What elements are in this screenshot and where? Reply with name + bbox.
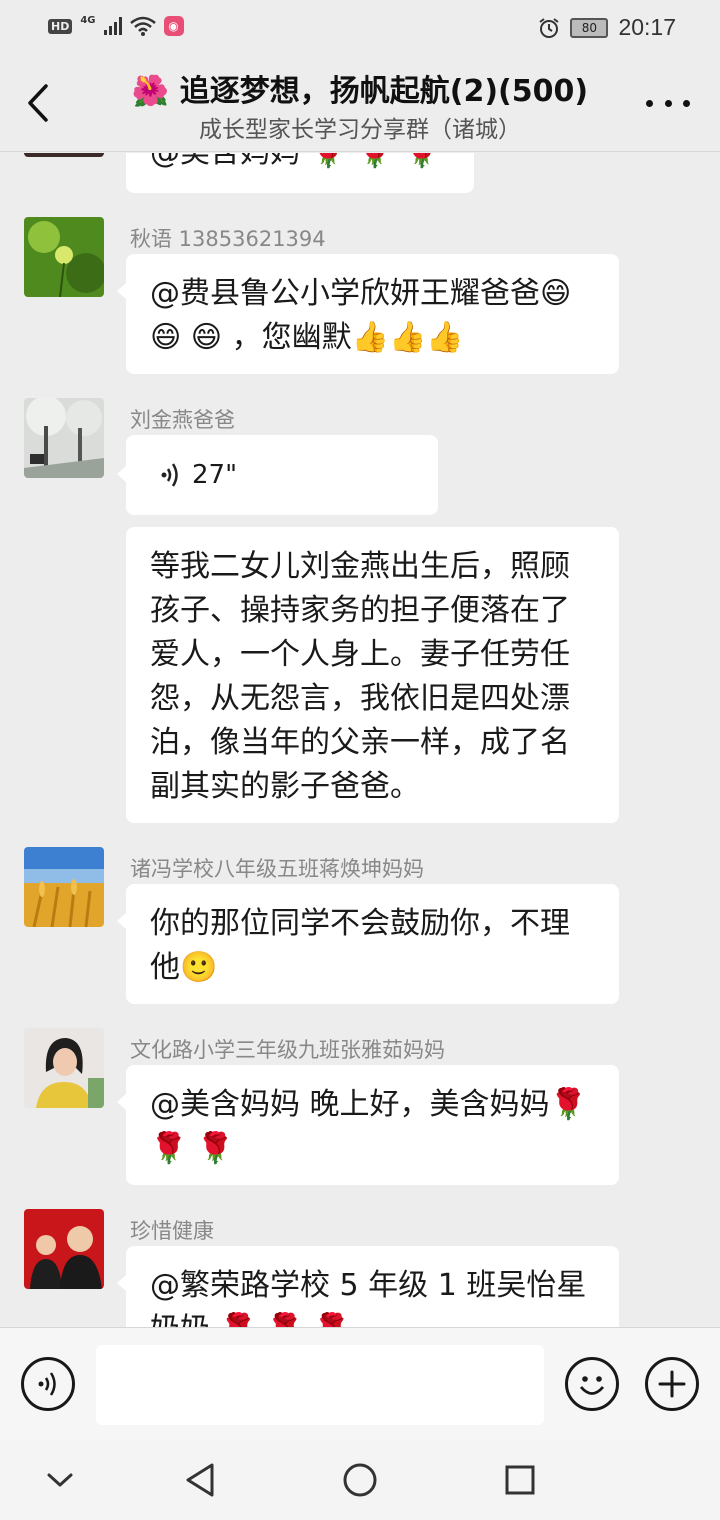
message-bubble[interactable]: 你的那位同学不会鼓励你，不理他🙂 <box>117 884 619 1004</box>
sender-name: 珍惜健康 <box>130 1219 214 1243</box>
avatar[interactable] <box>24 217 104 297</box>
group-subtitle: 成长型家长学习分享群（诸城） <box>199 117 521 143</box>
message-bubble[interactable]: @美含妈妈 🌹 🌹 🌹 <box>126 153 474 193</box>
sender-name: 文化路小学三年级九班张雅茹妈妈 <box>130 1038 445 1062</box>
voice-message[interactable]: 27" <box>117 435 438 515</box>
nav-recents-button[interactable] <box>496 1456 544 1504</box>
system-nav-bar <box>0 1440 720 1520</box>
group-title-text: 追逐梦想，扬帆起航(2)(500) <box>179 74 589 109</box>
message-text: @美含妈妈 晚上好，美含妈妈🌹 🌹 🌹 <box>150 1087 587 1166</box>
hd-badge: HD <box>48 18 73 34</box>
square-recents-icon <box>505 1465 535 1495</box>
network-type: 4G <box>80 14 96 26</box>
avatar[interactable] <box>24 847 104 927</box>
signal-icon <box>103 17 122 35</box>
avatar[interactable] <box>24 1209 104 1289</box>
plus-icon <box>658 1370 686 1398</box>
group-title: 🌺 追逐梦想，扬帆起航(2)(500) <box>110 66 610 110</box>
avatar[interactable] <box>24 1028 104 1108</box>
chevron-left-icon <box>28 84 48 122</box>
sender-name: 秋语 13853621394 <box>130 227 326 251</box>
alarm-icon <box>539 17 560 38</box>
message-bubble[interactable]: @美含妈妈 晚上好，美含妈妈🌹 🌹 🌹 <box>117 1065 619 1185</box>
message-text: @美含妈妈 🌹 🌹 🌹 <box>150 153 441 170</box>
message-list[interactable]: @美含妈妈 🌹 🌹 🌹 秋语 13853621394 @费县鲁公小学欣妍王耀爸爸… <box>0 153 720 1327</box>
sender-name: 刘金燕爸爸 <box>130 408 235 432</box>
message-bubble[interactable]: 等我二女儿刘金燕出生后，照顾孩子、操持家务的担子便落在了爱人，一个人身上。妻子任… <box>126 527 619 823</box>
wifi-icon <box>129 16 156 36</box>
status-left: HD 4G ◉ <box>48 14 184 36</box>
smiley-icon <box>579 1376 605 1395</box>
clock: 20:17 <box>618 14 676 40</box>
nav-home-button[interactable] <box>336 1456 384 1504</box>
voice-input-button[interactable] <box>21 1357 75 1411</box>
chat-header: 🌺 追逐梦想，扬帆起航(2)(500) 成长型家长学习分享群（诸城） <box>0 56 720 152</box>
circle-home-icon <box>343 1463 377 1497</box>
back-button[interactable] <box>18 78 62 128</box>
message-input[interactable] <box>96 1345 544 1425</box>
message-text: @费县鲁公小学欣妍王耀爸爸😄 😄 😄 ，您幽默👍👍👍 <box>150 276 572 355</box>
message-bubble[interactable]: @繁荣路学校 5 年级 1 班吴怡星奶奶 🌹 🌹 🌹 <box>117 1246 619 1327</box>
nav-back-button[interactable] <box>176 1456 224 1504</box>
emoji-button[interactable] <box>565 1357 619 1411</box>
voice-duration: 27" <box>192 460 238 490</box>
message-text: @繁荣路学校 5 年级 1 班吴怡星奶奶 🌹 🌹 🌹 <box>150 1268 587 1327</box>
voice-icon <box>38 1372 56 1396</box>
avatar[interactable] <box>24 398 104 478</box>
voice-playback-icon <box>161 463 178 487</box>
message-text: 等我二女儿刘金燕出生后，照顾孩子、操持家务的担子便落在了爱人，一个人身上。妻子任… <box>150 549 570 804</box>
app-notification-icon: ◉ <box>163 16 184 36</box>
nav-hide-button[interactable] <box>36 1456 84 1504</box>
chevron-down-icon <box>47 1473 73 1487</box>
input-bar <box>0 1327 720 1440</box>
message-text: 你的那位同学不会鼓励你，不理他🙂 <box>150 906 570 985</box>
more-functions-button[interactable] <box>645 1357 699 1411</box>
sender-name: 诸冯学校八年级五班蒋焕坤妈妈 <box>130 857 424 881</box>
message-bubble[interactable]: @费县鲁公小学欣妍王耀爸爸😄 😄 😄 ，您幽默👍👍👍 <box>117 254 619 374</box>
battery-icon: 80 <box>570 17 609 38</box>
status-right: 80 20:17 <box>538 14 676 41</box>
avatar[interactable] <box>24 153 104 157</box>
flower-emoji: 🌺 <box>131 74 170 109</box>
more-options-button[interactable] <box>646 88 690 118</box>
triangle-back-icon <box>186 1463 214 1497</box>
status-bar: HD 4G ◉ 80 20:17 <box>0 0 720 56</box>
